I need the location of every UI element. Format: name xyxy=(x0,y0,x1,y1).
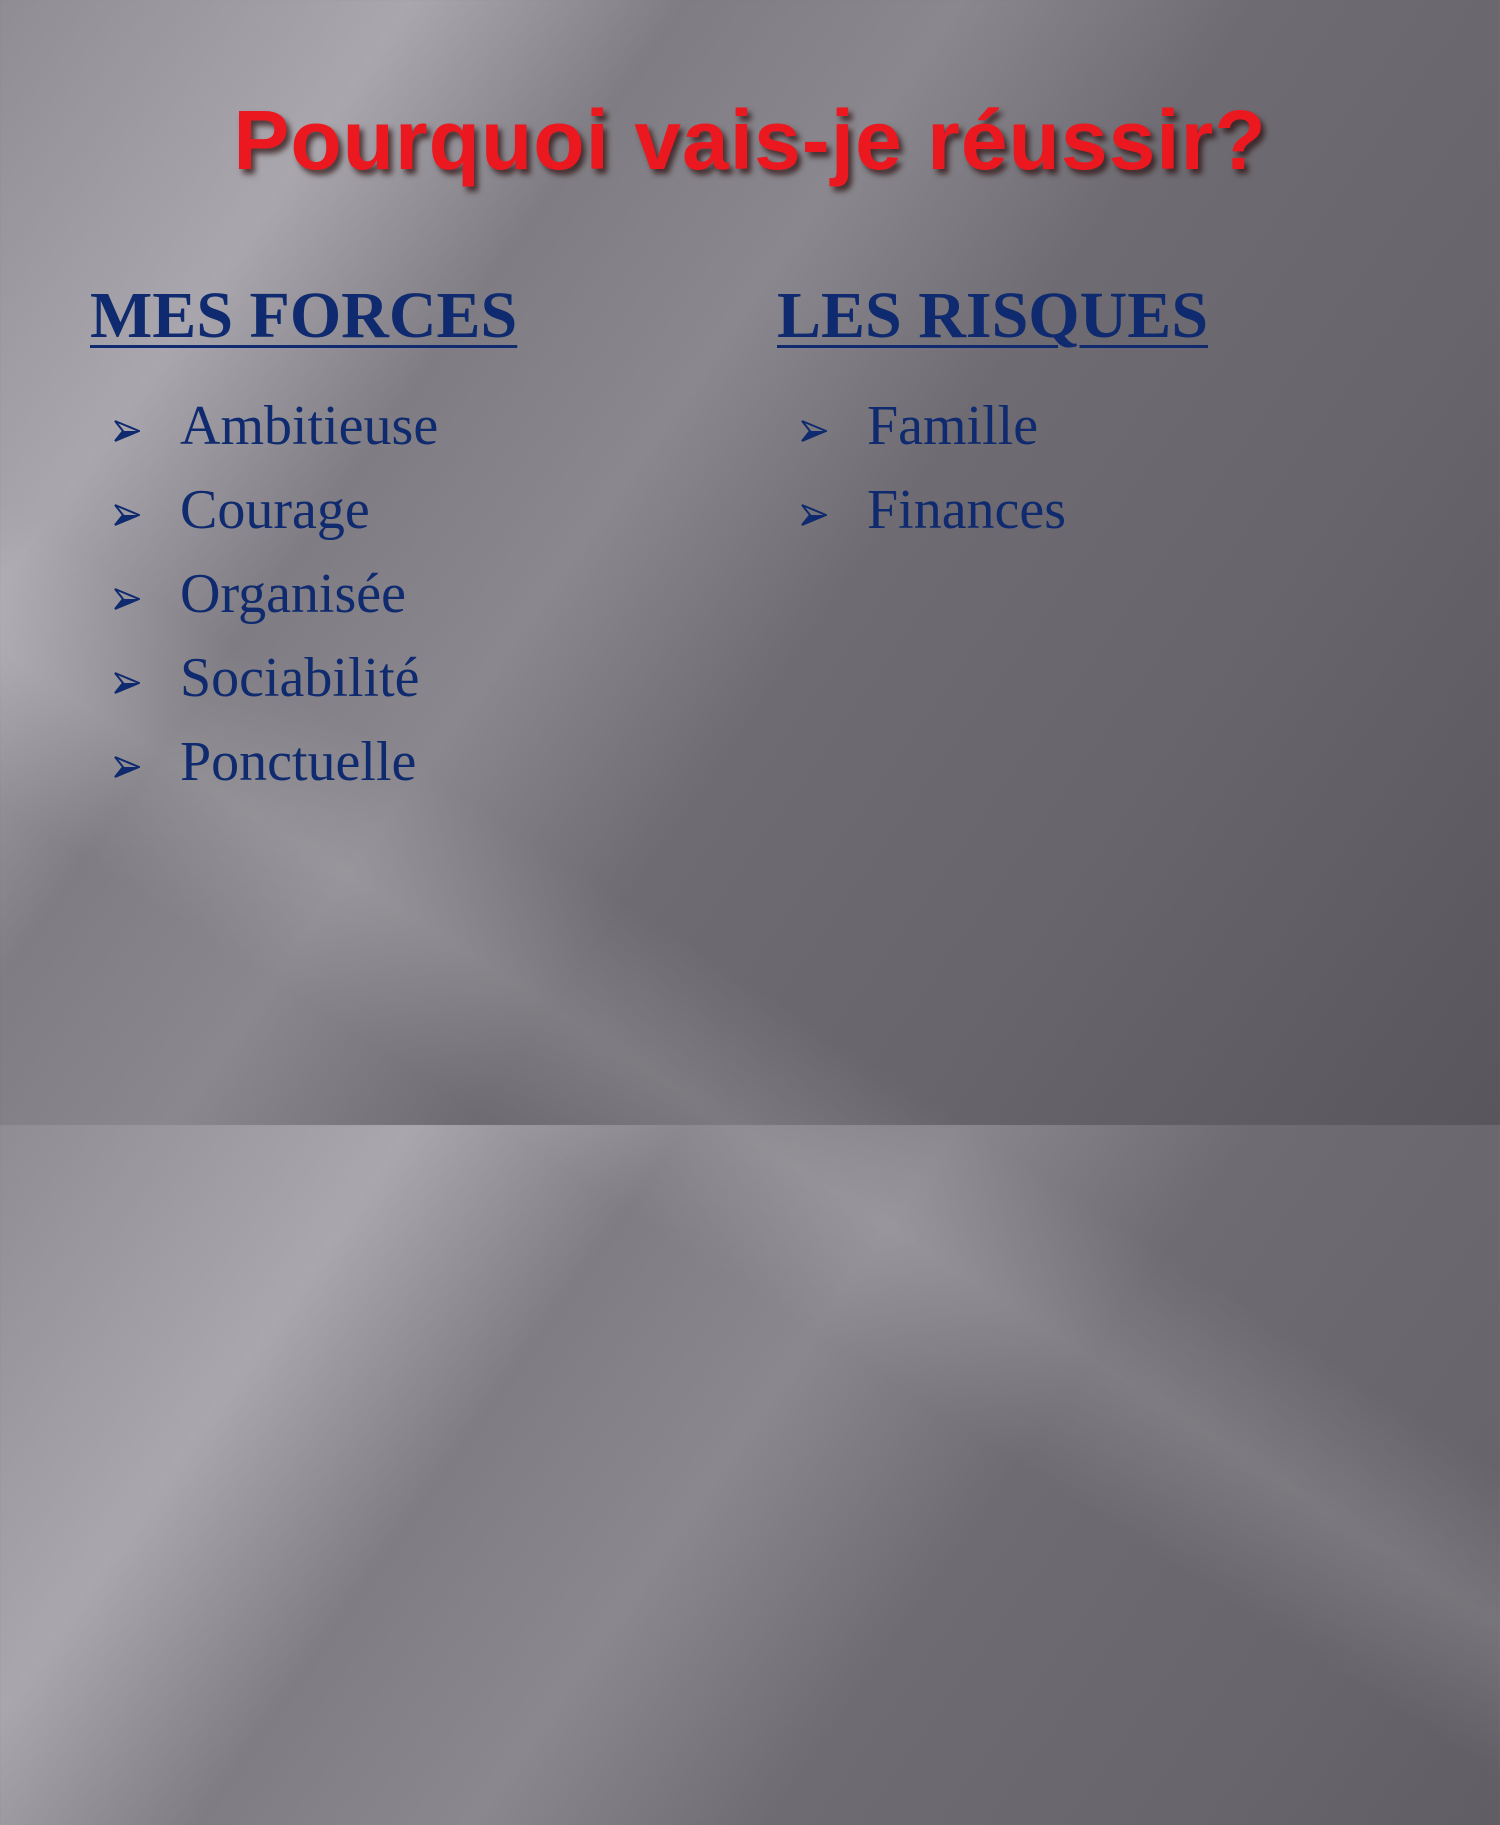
risks-heading: LES RISQUES xyxy=(777,279,1209,352)
strengths-heading: MES FORCES xyxy=(90,279,518,352)
arrowhead-bullet-icon xyxy=(90,504,180,526)
arrowhead-bullet-icon xyxy=(90,756,180,778)
list-item-label: Famille xyxy=(867,395,1039,457)
list-item: Ponctuelle xyxy=(90,720,517,804)
list-item: Ambitieuse xyxy=(90,384,517,468)
list-item-label: Sociabilité xyxy=(180,647,420,709)
list-item-label: Ponctuelle xyxy=(180,731,417,793)
list-item: Finances xyxy=(777,468,1208,552)
list-item: Sociabilité xyxy=(90,636,517,720)
list-item: Famille xyxy=(777,384,1208,468)
arrowhead-bullet-icon xyxy=(90,420,180,442)
slide-title: Pourquoi vais-je réussir? xyxy=(233,93,1267,187)
arrowhead-bullet-icon xyxy=(777,420,867,442)
list-item-label: Finances xyxy=(867,479,1067,541)
list-item-label: Courage xyxy=(180,479,370,541)
list-item: Organisée xyxy=(90,552,517,636)
list-item-label: Ambitieuse xyxy=(180,395,439,457)
arrowhead-bullet-icon xyxy=(777,504,867,526)
arrowhead-bullet-icon xyxy=(90,672,180,694)
list-item: Courage xyxy=(90,468,517,552)
risks-column: LES RISQUES Famille Finances xyxy=(777,278,1208,552)
strengths-column: MES FORCES Ambitieuse Courage Organisée Soc… xyxy=(90,278,517,804)
strengths-list: Ambitieuse Courage Organisée Sociabilité Pon… xyxy=(90,384,517,804)
risks-list: Famille Finances xyxy=(777,384,1208,552)
list-item-label: Organisée xyxy=(180,563,406,625)
arrowhead-bullet-icon xyxy=(90,588,180,610)
